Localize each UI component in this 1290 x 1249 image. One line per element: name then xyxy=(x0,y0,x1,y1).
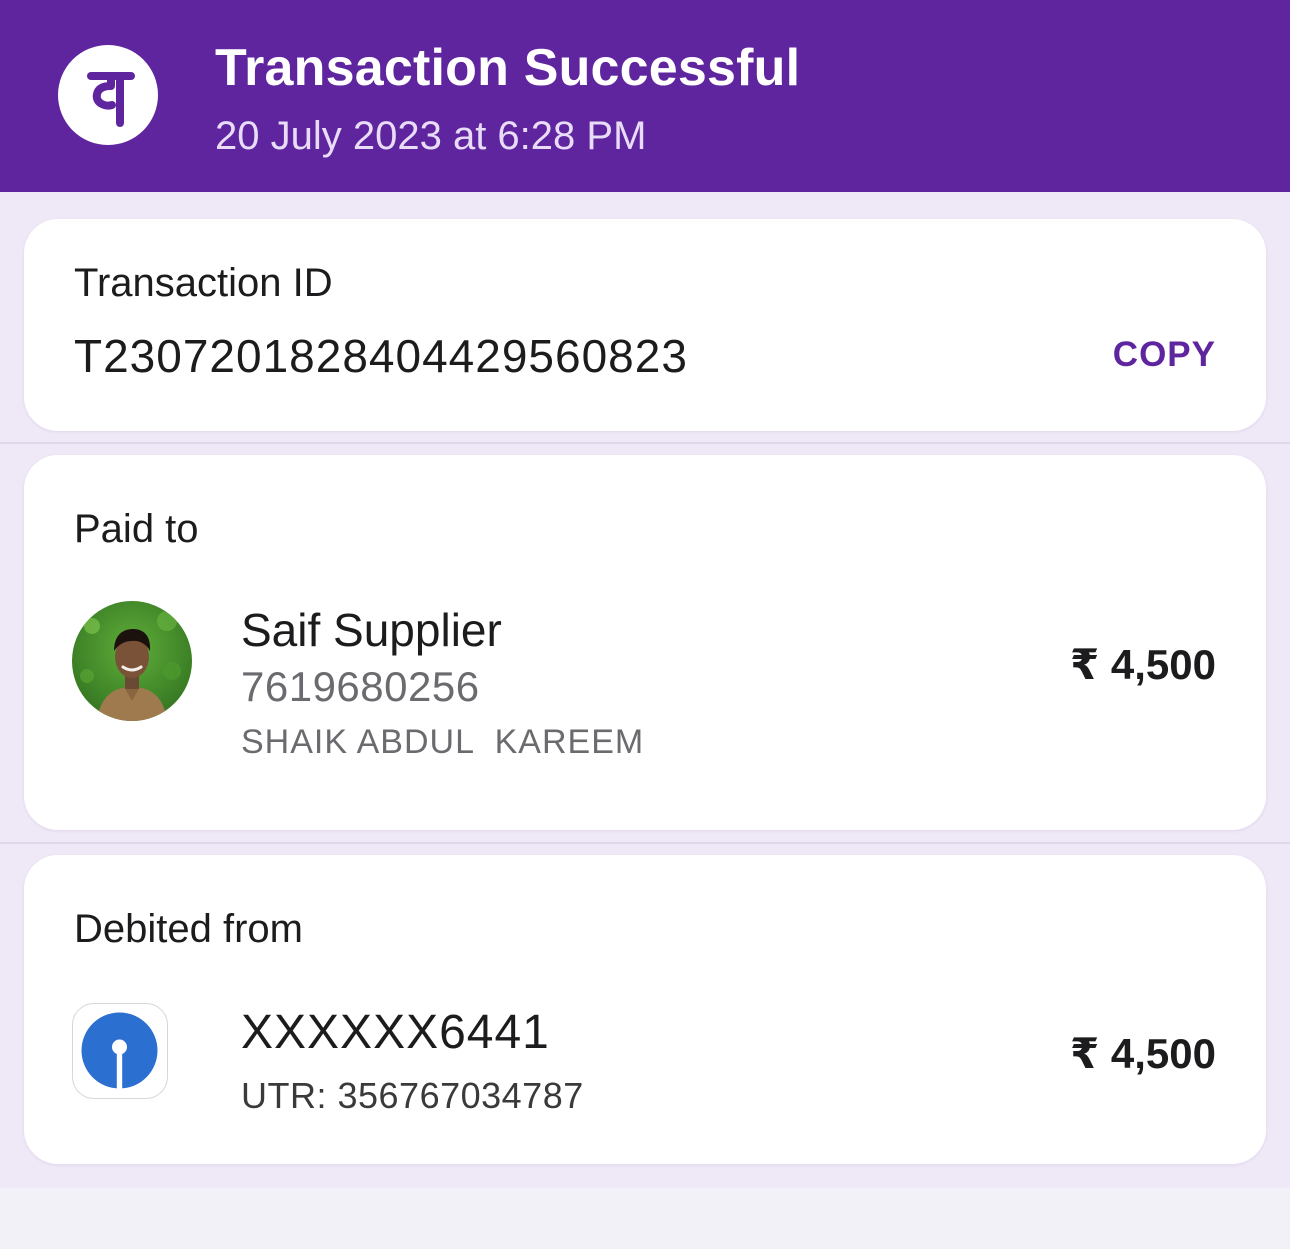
page-title: Transaction Successful xyxy=(215,39,801,97)
payee-phone: 7619680256 xyxy=(241,663,480,710)
utr-number: UTR: 356767034787 xyxy=(241,1075,584,1116)
transaction-id-value: T2307201828404429560823 xyxy=(74,330,688,382)
header-bar: Transaction Successful 20 July 2023 at 6… xyxy=(0,0,1290,192)
transaction-id-label: Transaction ID xyxy=(74,261,333,305)
transaction-id-card: Transaction ID T2307201828404429560823 C… xyxy=(24,219,1266,431)
debit-account-number: XXXXXX6441 xyxy=(241,1006,550,1059)
debited-from-card: Debited from XXXXXX6441 UTR: 35676703478… xyxy=(24,855,1266,1164)
payee-avatar[interactable] xyxy=(72,601,192,721)
paid-amount: ₹ 4,500 xyxy=(1070,641,1216,688)
paid-to-label: Paid to xyxy=(74,507,199,551)
debited-from-label: Debited from xyxy=(74,907,303,951)
bottom-area xyxy=(0,1188,1290,1249)
transaction-datetime: 20 July 2023 at 6:28 PM xyxy=(215,114,647,158)
debited-amount: ₹ 4,500 xyxy=(1070,1030,1216,1077)
sbi-bank-logo-icon xyxy=(72,1003,168,1099)
payee-legal-name: SHAIK ABDUL KAREEM xyxy=(241,723,645,761)
phonepe-logo-icon xyxy=(58,45,158,145)
copy-button[interactable]: COPY xyxy=(1113,335,1216,375)
payee-name: Saif Supplier xyxy=(241,604,502,656)
paid-to-card: Paid to Saif Supplier 7619680256 SHAIK A… xyxy=(24,455,1266,830)
